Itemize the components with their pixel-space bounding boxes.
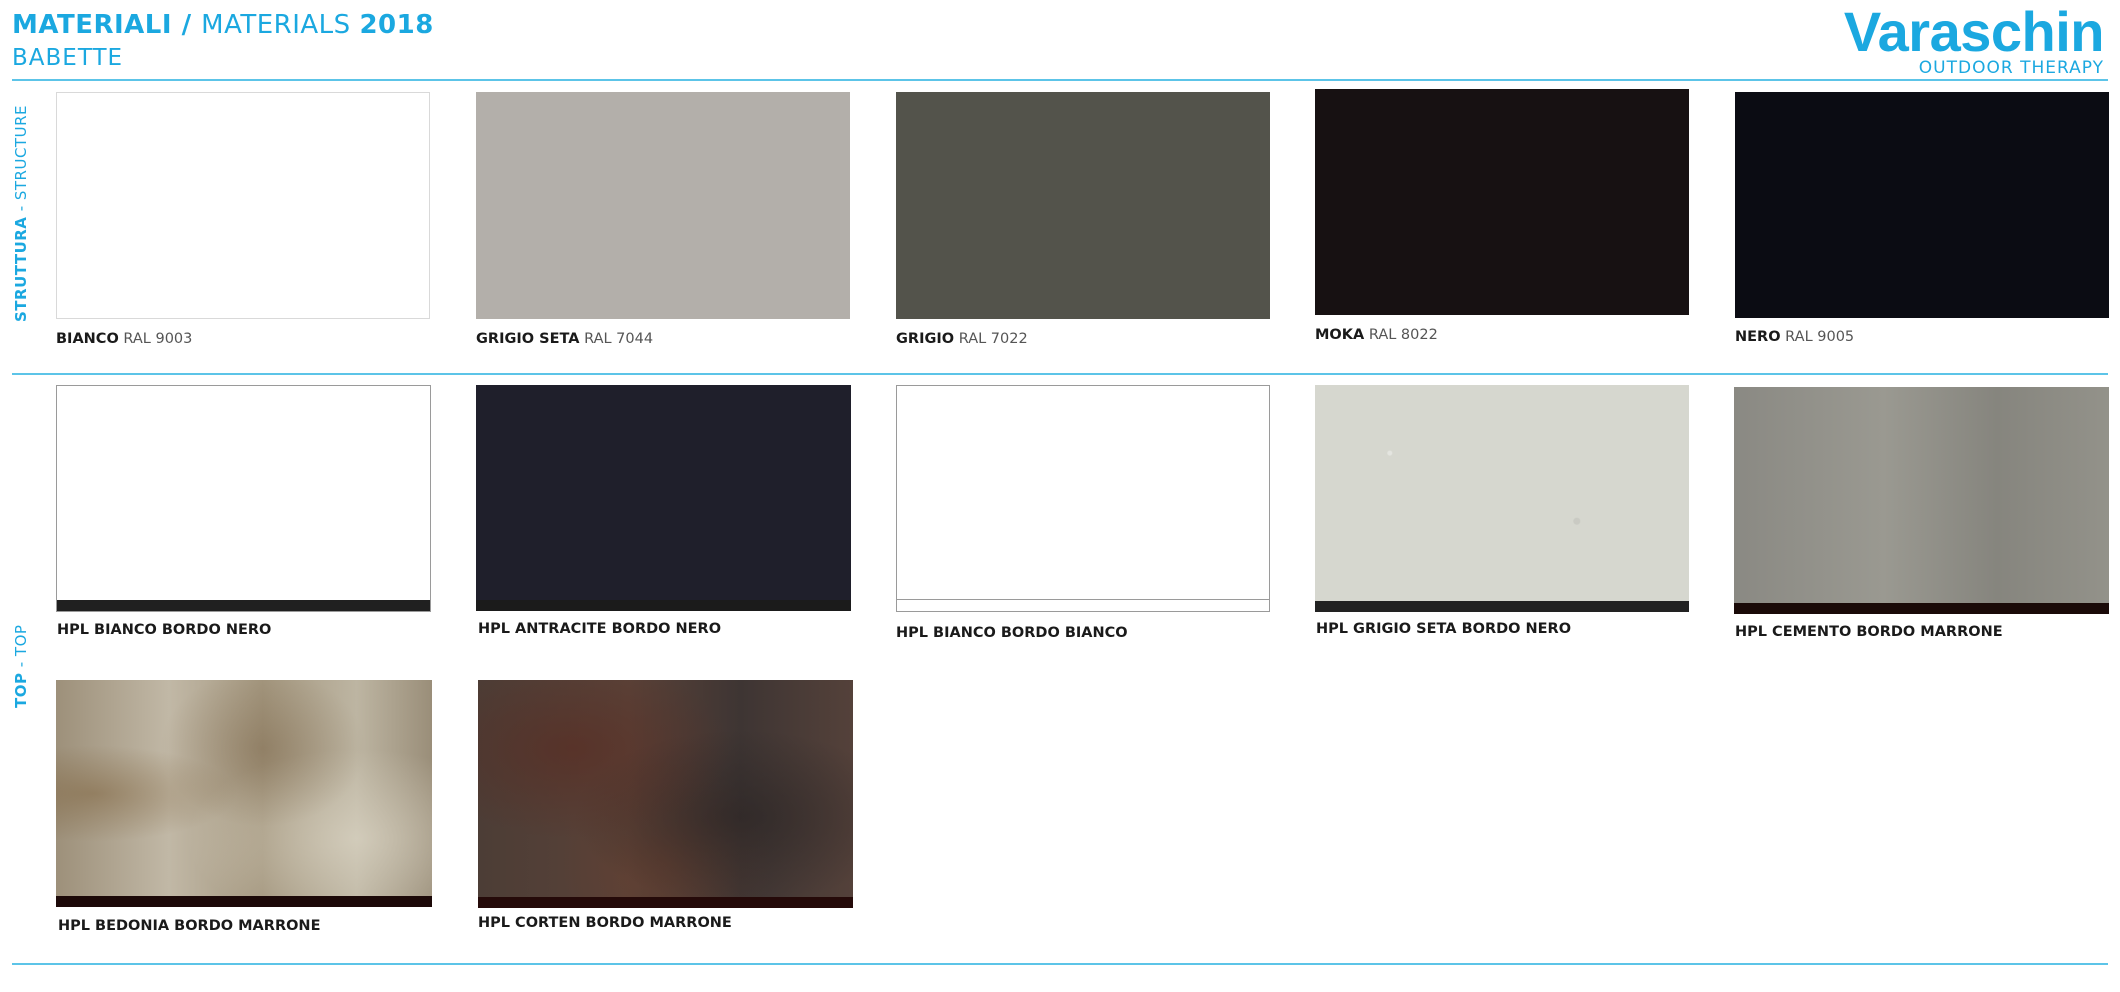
top-label-rest: - TOP: [12, 624, 30, 673]
title-year: 2018: [359, 10, 434, 40]
swatch-hpl-grigio-seta-bordo-nero: [1315, 385, 1689, 612]
edge-strip: [897, 599, 1269, 611]
edge-strip: [478, 897, 853, 908]
swatch-label-grigio: GRIGIO RAL 7022: [896, 331, 1028, 347]
swatch-label-hpl-corten-bordo-marrone: HPL CORTEN BORDO MARRONE: [478, 915, 732, 931]
divider-top: [12, 79, 2108, 81]
title-separator: /: [172, 10, 202, 40]
title-materials: MATERIALS: [201, 10, 360, 40]
swatch-hpl-bianco-bordo-nero: [56, 385, 431, 612]
edge-strip: [1734, 603, 2109, 614]
swatch-grigio-seta: [476, 92, 850, 319]
page-subtitle: BABETTE: [12, 45, 124, 71]
page-title: MATERIALI / MATERIALS 2018: [12, 10, 434, 40]
divider-middle: [12, 373, 2108, 375]
swatch-label-hpl-cemento-bordo-marrone: HPL CEMENTO BORDO MARRONE: [1735, 624, 2003, 640]
edge-strip: [56, 896, 432, 907]
edge-strip: [1315, 601, 1689, 612]
swatch-label-moka: MOKA RAL 8022: [1315, 327, 1438, 343]
divider-bottom: [12, 963, 2108, 965]
swatch-hpl-cemento-bordo-marrone: [1734, 387, 2109, 614]
swatch-label-hpl-bianco-bordo-bianco: HPL BIANCO BORDO BIANCO: [896, 625, 1128, 641]
swatch-moka: [1315, 89, 1689, 315]
section-label-top: TOP - TOP: [12, 625, 30, 708]
swatch-grigio: [896, 92, 1270, 319]
swatch-nero: [1735, 92, 2109, 318]
swatch-label-hpl-antracite-bordo-nero: HPL ANTRACITE BORDO NERO: [478, 621, 722, 637]
swatch-hpl-bianco-bordo-bianco: [896, 385, 1270, 612]
swatch-bianco: [56, 92, 430, 319]
swatch-label-grigio-seta: GRIGIO SETA RAL 7044: [476, 331, 654, 347]
swatch-hpl-corten-bordo-marrone: [478, 680, 853, 908]
structure-label-rest: - STRUCTURE: [12, 105, 30, 217]
swatch-hpl-bedonia-bordo-marrone: [56, 680, 432, 907]
top-label-bold: TOP: [12, 672, 30, 708]
edge-strip: [476, 600, 851, 611]
title-materiali: MATERIALI: [12, 10, 173, 40]
swatch-hpl-antracite-bordo-nero: [476, 385, 851, 611]
edge-strip: [57, 600, 430, 611]
logo-brand: Varaschin: [1843, 0, 2105, 63]
swatch-label-nero: NERO RAL 9005: [1735, 329, 1855, 345]
swatch-label-hpl-bedonia-bordo-marrone: HPL BEDONIA BORDO MARRONE: [58, 918, 321, 934]
swatch-label-bianco: BIANCO RAL 9003: [56, 331, 193, 347]
brand-logo: Varaschin OUTDOOR THERAPY: [1843, 0, 2105, 79]
section-label-structure: STRUTTURA - STRUCTURE: [12, 105, 30, 322]
swatch-label-hpl-bianco-bordo-nero: HPL BIANCO BORDO NERO: [57, 622, 272, 638]
structure-label-bold: STRUTTURA: [12, 216, 30, 322]
swatch-label-hpl-grigio-seta-bordo-nero: HPL GRIGIO SETA BORDO NERO: [1316, 621, 1572, 637]
